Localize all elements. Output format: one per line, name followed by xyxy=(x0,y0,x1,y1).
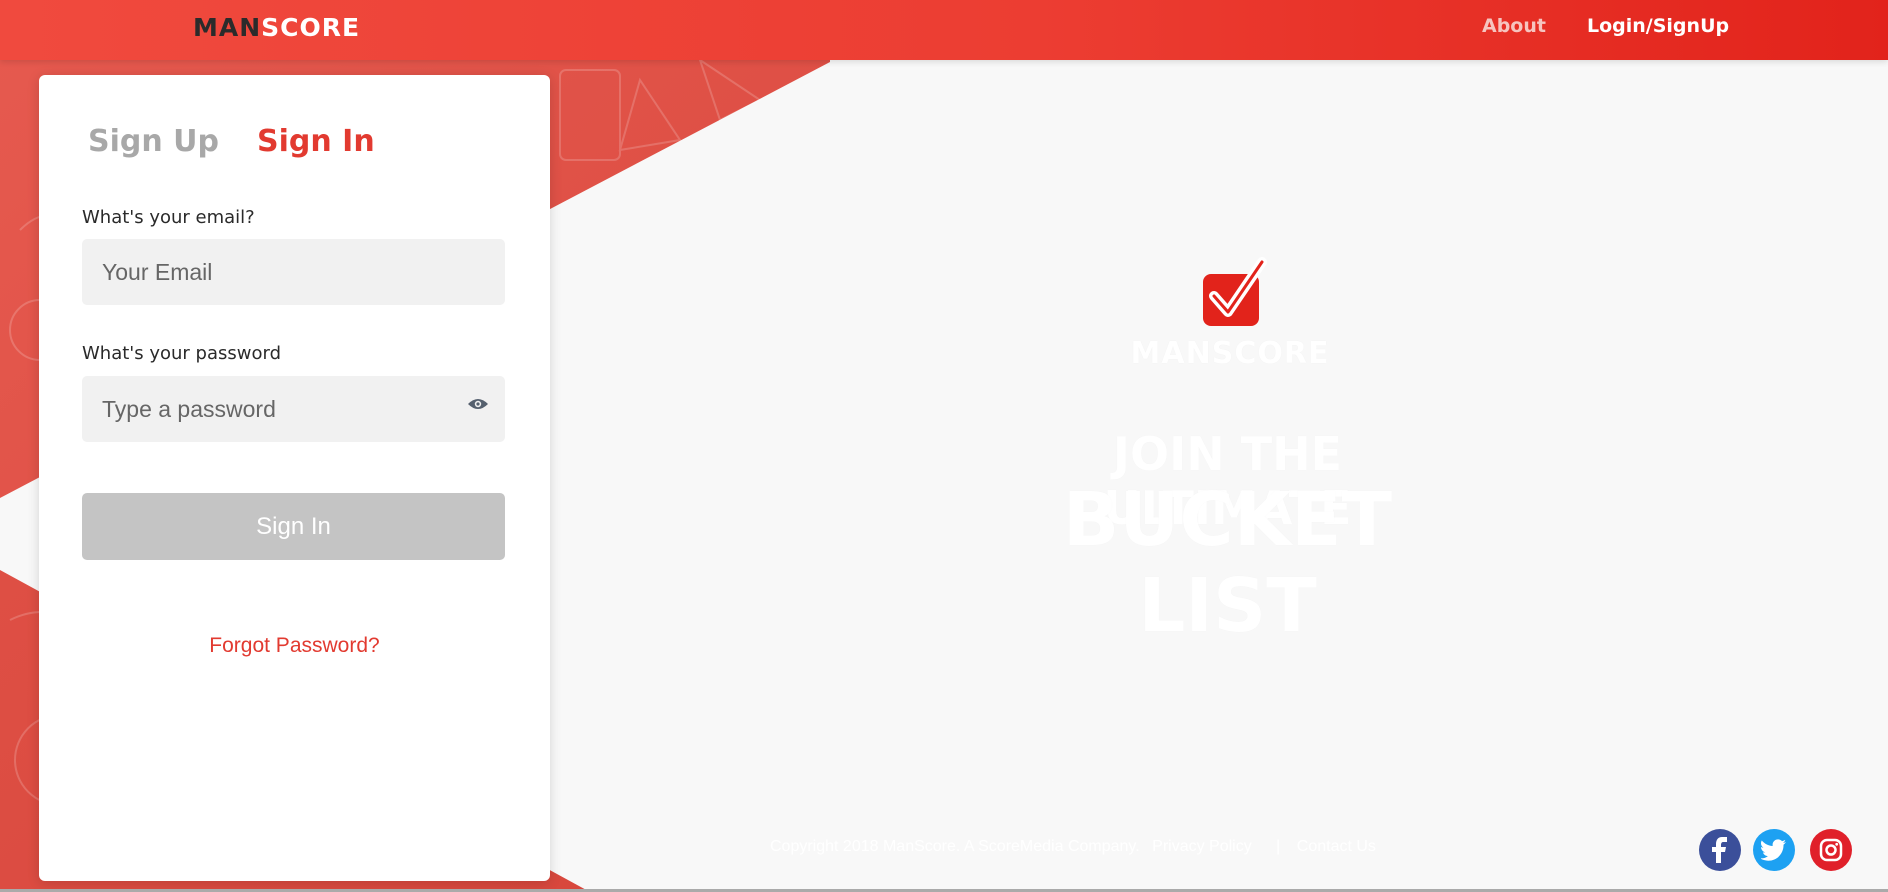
manscore-logo[interactable]: MANSCORE xyxy=(193,13,360,42)
nav-login-signup-link[interactable]: Login/SignUp xyxy=(1587,15,1729,37)
email-label: What's your email? xyxy=(82,207,255,228)
eye-icon[interactable] xyxy=(467,397,489,411)
instagram-icon[interactable] xyxy=(1810,829,1852,871)
nav-about-link[interactable]: About xyxy=(1482,15,1546,37)
footer-contact-link[interactable]: Contact Us xyxy=(1297,838,1376,855)
logo-text-score: SCORE xyxy=(261,13,361,42)
footer: Copyright 2018 ManScore. A ScoreMedia Co… xyxy=(770,838,1384,856)
footer-separator: | xyxy=(1276,838,1281,855)
tab-sign-in[interactable]: Sign In xyxy=(257,124,375,159)
logo-text-man: MAN xyxy=(193,13,262,42)
auth-tabs: Sign Up Sign In xyxy=(88,124,375,159)
top-header: MANSCORE About Login/SignUp xyxy=(0,0,1888,60)
password-label: What's your password xyxy=(82,343,281,364)
footer-copyright: Copyright 2018 ManScore. A ScoreMedia Co… xyxy=(770,838,1140,855)
auth-card: Sign Up Sign In What's your email? What'… xyxy=(39,75,550,881)
twitter-icon[interactable] xyxy=(1753,829,1795,871)
footer-privacy-link[interactable]: Privacy Policy xyxy=(1152,838,1252,855)
password-field[interactable] xyxy=(82,376,505,442)
email-field[interactable] xyxy=(82,239,505,305)
sign-in-button[interactable]: Sign In xyxy=(82,493,505,560)
brand-wordmark: MANSCORE xyxy=(1130,336,1330,371)
facebook-icon[interactable] xyxy=(1699,829,1741,871)
checkbox-logo-icon xyxy=(1203,257,1267,326)
tagline-line-2: BUCKET LIST xyxy=(1062,477,1393,649)
tab-sign-up[interactable]: Sign Up xyxy=(88,124,219,159)
forgot-password-link[interactable]: Forgot Password? xyxy=(39,634,550,658)
